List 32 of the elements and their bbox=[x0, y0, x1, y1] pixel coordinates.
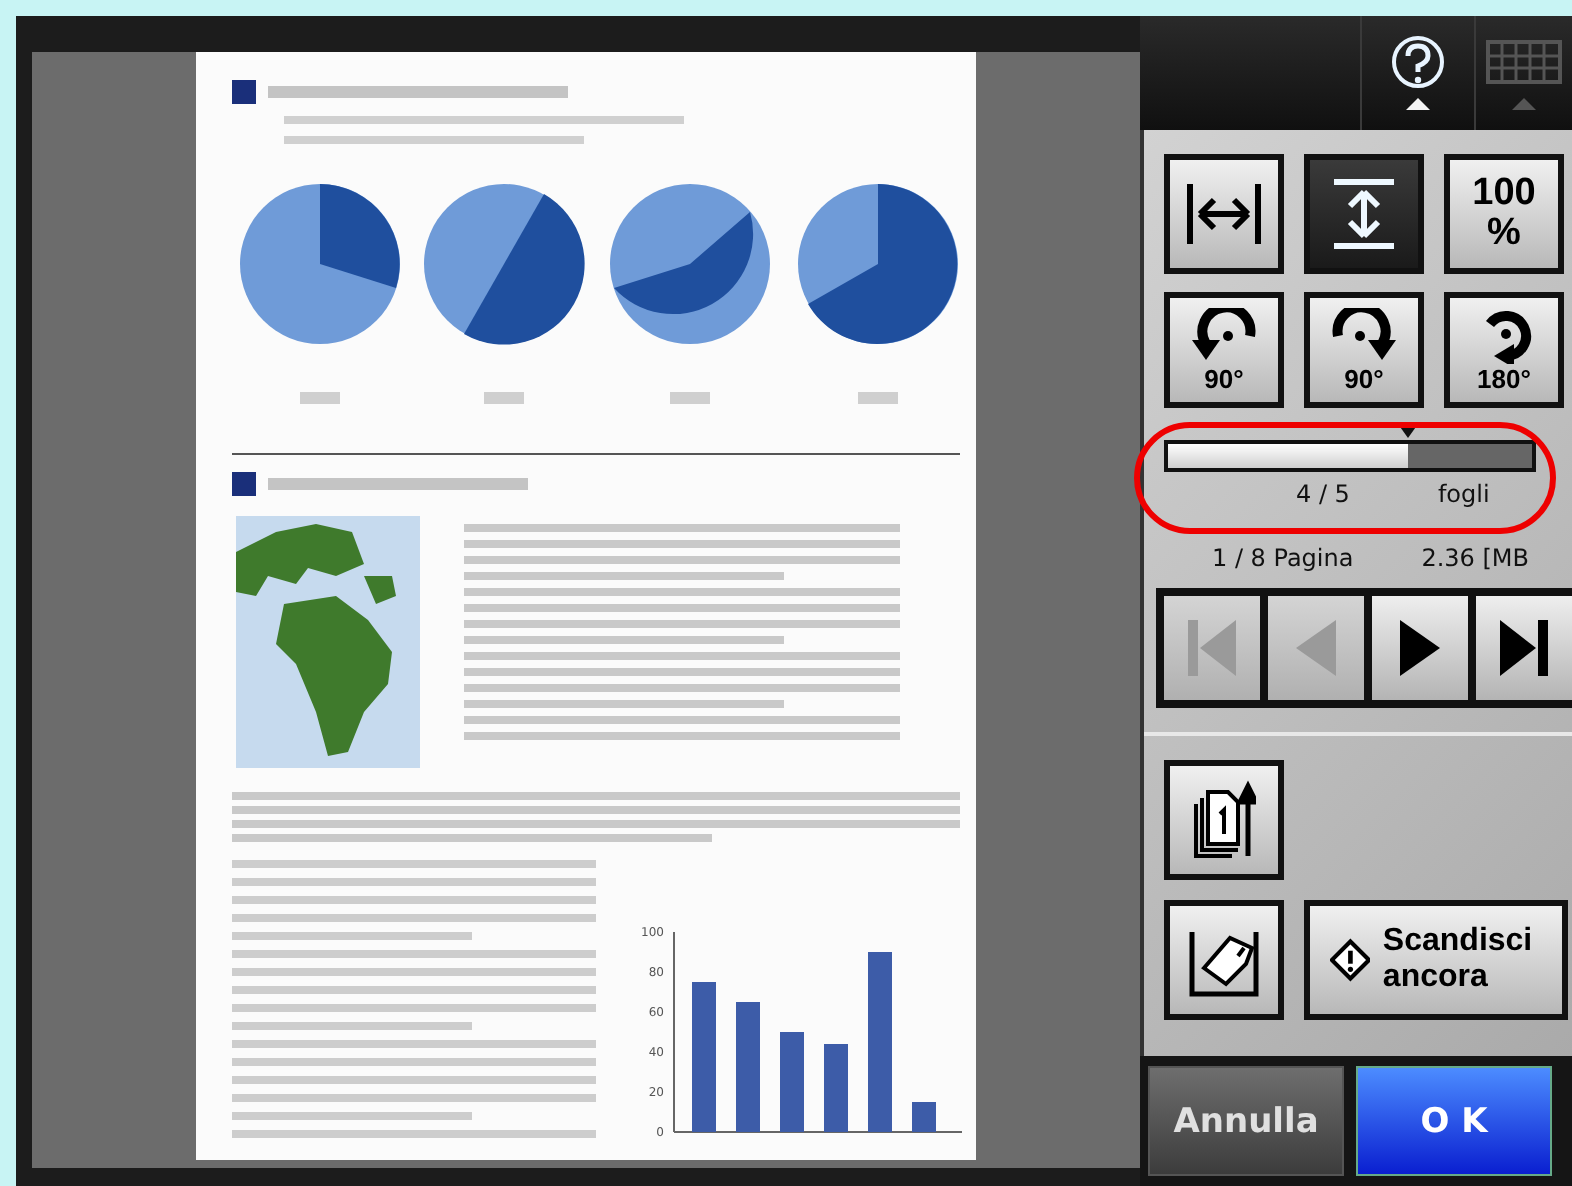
zoom-100-button[interactable]: 100 % bbox=[1444, 154, 1564, 274]
chart-bar bbox=[824, 1044, 848, 1132]
page-stack-icon bbox=[1192, 780, 1256, 860]
rotate-right-icon bbox=[1330, 307, 1398, 363]
fit-height-button[interactable] bbox=[1304, 154, 1424, 274]
discard-button[interactable] bbox=[1164, 900, 1284, 1020]
sheet-unit: fogli bbox=[1437, 480, 1490, 508]
chart-bar bbox=[736, 1002, 760, 1132]
next-icon bbox=[1398, 618, 1442, 678]
file-size: 2.36 [MB bbox=[1421, 544, 1530, 572]
ok-button[interactable]: O K bbox=[1356, 1066, 1552, 1176]
rescan-button[interactable]: Scandisci ancora bbox=[1304, 900, 1568, 1020]
rotate-left-button[interactable]: 90° bbox=[1164, 292, 1284, 408]
sheet-counter: 4 / 5 bbox=[1296, 480, 1350, 508]
insert-page-button[interactable] bbox=[1164, 760, 1284, 880]
start-diamond-icon bbox=[1330, 938, 1371, 982]
cancel-button[interactable]: Annulla bbox=[1148, 1066, 1344, 1176]
skip-last-icon bbox=[1496, 618, 1552, 678]
next-page-button[interactable] bbox=[1372, 596, 1468, 700]
chart-bar bbox=[912, 1102, 936, 1132]
help-icon bbox=[1388, 33, 1448, 113]
chart-bar bbox=[780, 1032, 804, 1132]
rotate-180-button[interactable]: 180° bbox=[1444, 292, 1564, 408]
previous-icon bbox=[1294, 618, 1338, 678]
rotate-right-button[interactable]: 90° bbox=[1304, 292, 1424, 408]
last-page-button[interactable] bbox=[1476, 596, 1572, 700]
rotate-left-icon bbox=[1190, 307, 1258, 363]
page-counter: 1 / 8 Pagina bbox=[1212, 544, 1354, 572]
skip-first-icon bbox=[1184, 618, 1240, 678]
fit-height-icon bbox=[1330, 176, 1398, 252]
fit-width-button[interactable] bbox=[1164, 154, 1284, 274]
fit-width-icon bbox=[1184, 180, 1264, 248]
